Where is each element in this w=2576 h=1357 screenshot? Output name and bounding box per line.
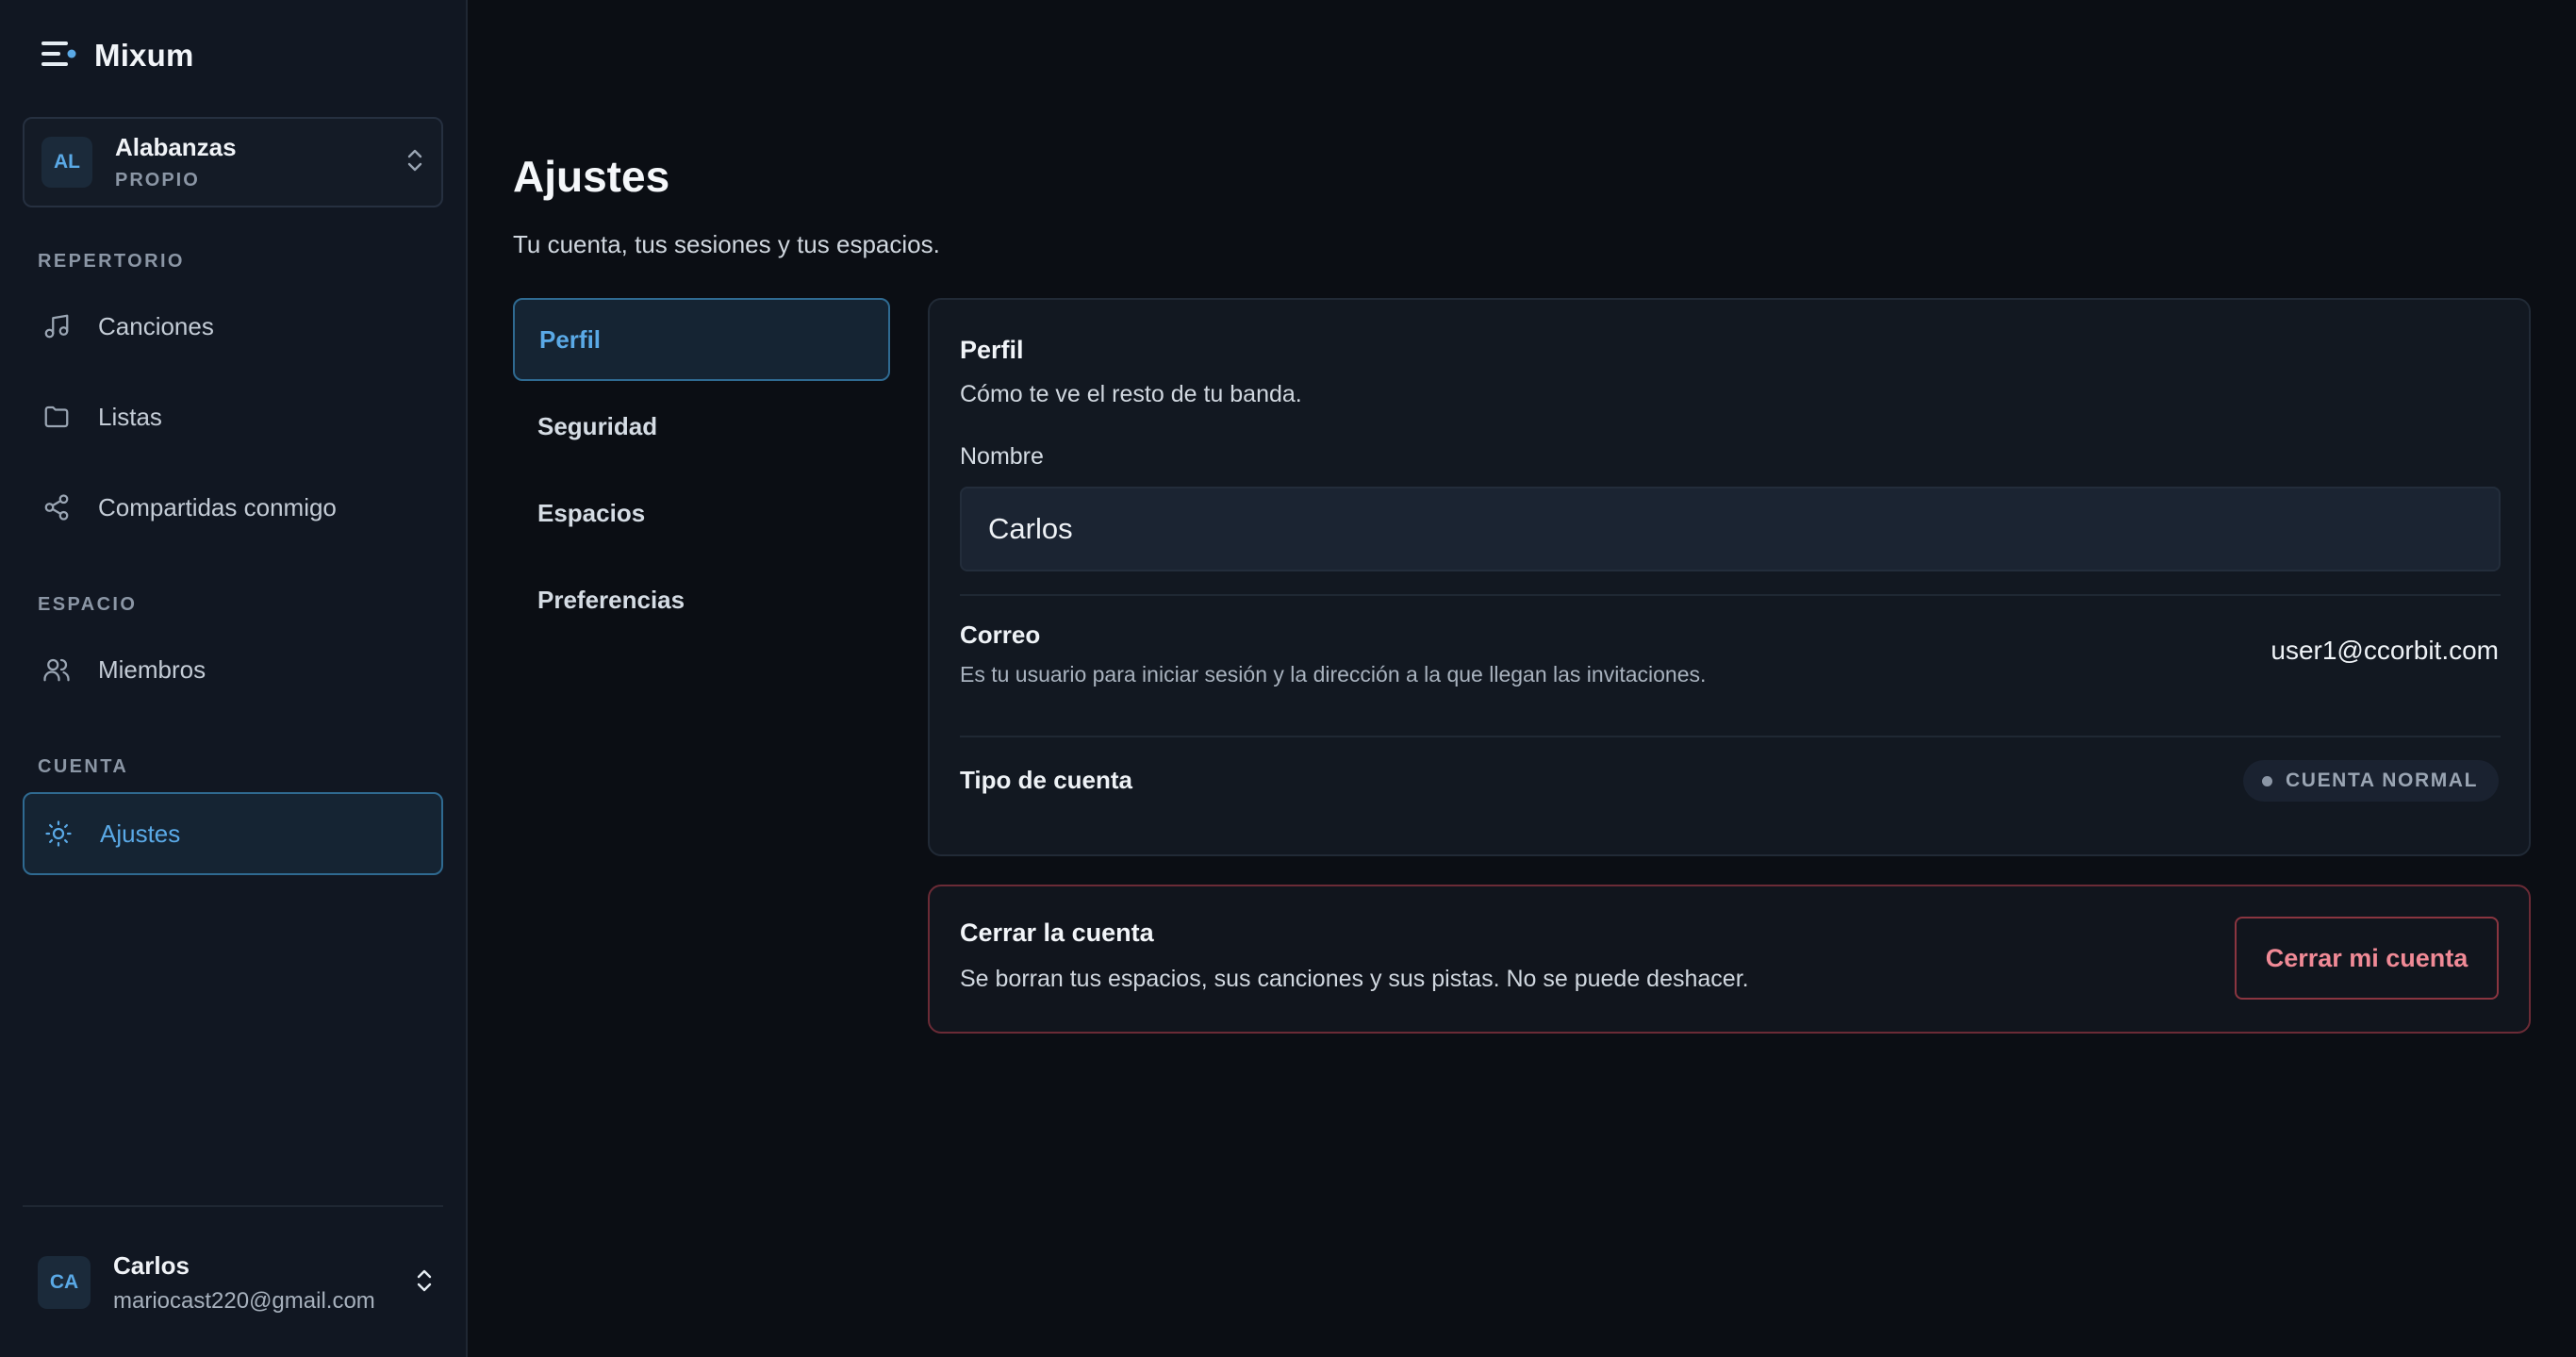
tab-seguridad[interactable]: Seguridad xyxy=(513,385,890,468)
music-note-icon xyxy=(40,309,74,343)
sidebar-item-label: Compartidas conmigo xyxy=(98,492,337,521)
account-type-label: Tipo de cuenta xyxy=(960,766,1132,794)
email-description: Es tu usuario para iniciar sesión y la d… xyxy=(960,662,1707,687)
sidebar-divider xyxy=(23,1205,443,1207)
profile-card: Perfil Cómo te ve el resto de tu banda. … xyxy=(928,298,2531,856)
status-badge: CUENTA NORMAL xyxy=(2243,760,2499,802)
profile-title: Perfil xyxy=(960,336,1024,364)
close-account-button[interactable]: Cerrar mi cuenta xyxy=(2235,917,2499,1000)
name-input[interactable] xyxy=(960,487,2501,571)
menu-logo-icon xyxy=(40,40,77,73)
account-type-value: CUENTA NORMAL xyxy=(2286,770,2478,791)
divider xyxy=(960,736,2501,737)
brand[interactable]: Mixum xyxy=(40,38,194,74)
close-account-description: Se borran tus espacios, sus canciones y … xyxy=(960,966,1749,992)
sidebar-item-compartidas[interactable]: Compartidas conmigo xyxy=(23,466,443,549)
tab-espacios[interactable]: Espacios xyxy=(513,472,890,554)
sidebar-item-label: Ajustes xyxy=(100,819,181,848)
workspace-switcher[interactable]: AL Alabanzas PROPIO xyxy=(23,117,443,207)
dot-icon xyxy=(2262,775,2273,786)
chevron-up-down-icon xyxy=(415,1266,434,1299)
sidebar-item-ajustes[interactable]: Ajustes xyxy=(23,792,443,875)
sidebar-item-label: Listas xyxy=(98,402,162,431)
tab-perfil[interactable]: Perfil xyxy=(513,298,890,381)
close-account-card: Cerrar la cuenta Se borran tus espacios,… xyxy=(928,885,2531,1034)
sidebar-item-label: Miembros xyxy=(98,654,206,684)
email-value: user1@ccorbit.com xyxy=(2271,636,2499,665)
share-icon xyxy=(40,490,74,524)
sidebar: Mixum AL Alabanzas PROPIO REPERTORIO Can… xyxy=(0,0,468,1357)
workspace-name: Alabanzas xyxy=(115,133,237,161)
page-title: Ajustes xyxy=(513,152,670,201)
app-name: Mixum xyxy=(94,38,194,73)
user-email: mariocast220@gmail.com xyxy=(113,1287,375,1314)
profile-description: Cómo te ve el resto de tu banda. xyxy=(960,381,1302,407)
app-root: Mixum AL Alabanzas PROPIO REPERTORIO Can… xyxy=(0,0,2576,1357)
workspace-avatar: AL xyxy=(41,137,92,188)
section-label-cuenta: CUENTA xyxy=(38,756,129,777)
section-label-espacio: ESPACIO xyxy=(38,594,138,615)
close-account-title: Cerrar la cuenta xyxy=(960,918,1154,947)
chevron-up-down-icon xyxy=(405,146,424,179)
folder-icon xyxy=(40,400,74,434)
sidebar-item-listas[interactable]: Listas xyxy=(23,375,443,458)
sidebar-item-miembros[interactable]: Miembros xyxy=(23,628,443,711)
users-icon xyxy=(40,653,74,687)
settings-tabs: Perfil Seguridad Espacios Preferencias xyxy=(513,298,890,645)
email-label: Correo xyxy=(960,621,1041,649)
tab-preferencias[interactable]: Preferencias xyxy=(513,558,890,641)
section-label-repertorio: REPERTORIO xyxy=(38,251,185,272)
workspace-role: PROPIO xyxy=(115,170,200,190)
avatar: CA xyxy=(38,1256,91,1309)
main-content: Ajustes Tu cuenta, tus sesiones y tus es… xyxy=(468,0,2576,1357)
page-subtitle: Tu cuenta, tus sesiones y tus espacios. xyxy=(513,230,940,258)
user-menu[interactable]: CA Carlos mariocast220@gmail.com xyxy=(38,1245,434,1320)
user-name: Carlos xyxy=(113,1250,190,1280)
name-label: Nombre xyxy=(960,443,1044,470)
sidebar-item-label: Canciones xyxy=(98,311,214,340)
sun-settings-icon xyxy=(41,817,75,851)
sidebar-item-canciones[interactable]: Canciones xyxy=(23,285,443,368)
divider xyxy=(960,594,2501,596)
